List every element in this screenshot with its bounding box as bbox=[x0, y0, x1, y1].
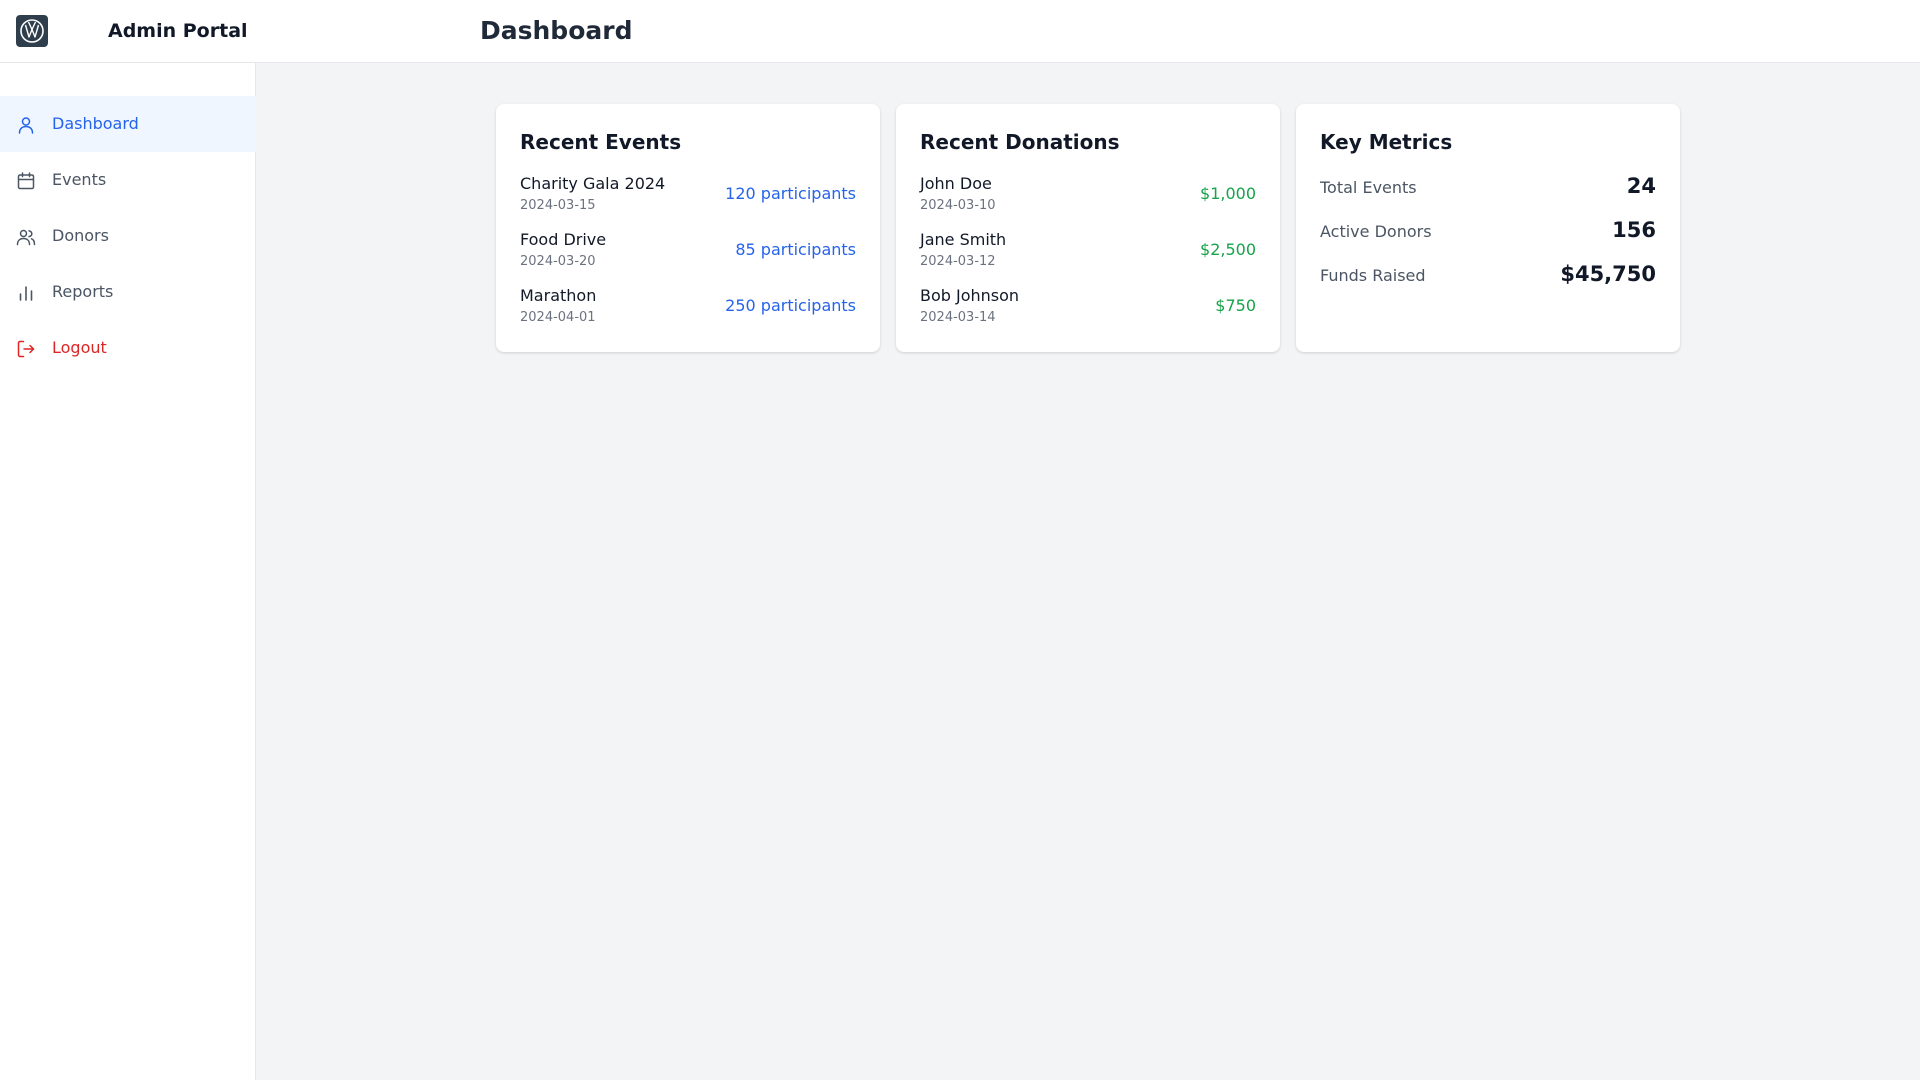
sidebar-item-label: Reports bbox=[52, 282, 114, 301]
donor-name: John Doe bbox=[920, 174, 992, 193]
card-title: Key Metrics bbox=[1320, 130, 1453, 154]
key-metrics-card: Key Metrics Total Events 24 Active Donor… bbox=[1296, 104, 1680, 352]
metric-value: 156 bbox=[1612, 218, 1656, 242]
sidebar-item-label: Logout bbox=[52, 338, 107, 357]
donor-name: Bob Johnson bbox=[920, 286, 1020, 305]
metric-row: Funds Raised $45,750 bbox=[1320, 262, 1656, 292]
list-item[interactable]: Jane Smith 2024-03-12 $2,500 bbox=[920, 230, 1256, 276]
event-date: 2024-03-20 bbox=[520, 254, 596, 269]
metric-label: Active Donors bbox=[1320, 222, 1432, 241]
sidebar: Dashboard Events Donors Reports Logout bbox=[0, 63, 256, 1080]
logout-icon bbox=[17, 340, 35, 358]
sidebar-item-label: Dashboard bbox=[52, 114, 139, 133]
users-icon bbox=[16, 229, 36, 246]
event-name: Food Drive bbox=[520, 230, 607, 249]
event-name: Charity Gala 2024 bbox=[520, 174, 666, 193]
vw-logo-icon-graphic bbox=[20, 19, 44, 43]
metric-label: Total Events bbox=[1320, 178, 1417, 197]
recent-events-card: Recent Events Charity Gala 2024 2024-03-… bbox=[496, 104, 880, 352]
list-item[interactable]: Bob Johnson 2024-03-14 $750 bbox=[920, 286, 1256, 332]
sidebar-item-dashboard[interactable]: Dashboard bbox=[0, 96, 256, 152]
donor-name: Jane Smith bbox=[920, 230, 1007, 249]
sidebar-item-reports[interactable]: Reports bbox=[0, 264, 256, 320]
list-item[interactable]: Marathon 2024-04-01 250 participants bbox=[520, 286, 856, 332]
list-item[interactable]: John Doe 2024-03-10 $1,000 bbox=[920, 174, 1256, 220]
event-participants: 250 participants bbox=[725, 296, 856, 315]
metric-row: Total Events 24 bbox=[1320, 174, 1656, 204]
metric-row: Active Donors 156 bbox=[1320, 218, 1656, 248]
top-bar: Admin Portal Dashboard bbox=[0, 0, 1920, 63]
sidebar-item-label: Events bbox=[52, 170, 107, 189]
donation-amount: $2,500 bbox=[1200, 240, 1256, 259]
event-date: 2024-03-15 bbox=[520, 198, 596, 213]
sidebar-item-label: Donors bbox=[52, 226, 109, 245]
metric-value: 24 bbox=[1626, 174, 1656, 198]
event-participants: 120 participants bbox=[725, 184, 856, 203]
donation-amount: $750 bbox=[1215, 296, 1256, 315]
metric-label: Funds Raised bbox=[1320, 266, 1426, 285]
sidebar-item-logout[interactable]: Logout bbox=[0, 320, 256, 376]
user-icon bbox=[18, 117, 34, 134]
calendar-icon bbox=[17, 172, 35, 190]
page-title: Dashboard bbox=[480, 16, 633, 45]
list-item[interactable]: Charity Gala 2024 2024-03-15 120 partici… bbox=[520, 174, 856, 220]
metric-value: $45,750 bbox=[1560, 262, 1656, 286]
card-title: Recent Donations bbox=[920, 130, 1120, 154]
card-title: Recent Events bbox=[520, 130, 682, 154]
event-participants: 85 participants bbox=[735, 240, 856, 259]
list-item[interactable]: Food Drive 2024-03-20 85 participants bbox=[520, 230, 856, 276]
app-title: Admin Portal bbox=[108, 20, 248, 42]
recent-donations-card: Recent Donations John Doe 2024-03-10 $1,… bbox=[896, 104, 1280, 352]
donation-date: 2024-03-12 bbox=[920, 254, 996, 269]
sidebar-item-events[interactable]: Events bbox=[0, 152, 256, 208]
sidebar-item-donors[interactable]: Donors bbox=[0, 208, 256, 264]
event-name: Marathon bbox=[520, 286, 597, 305]
vw-logo-icon[interactable] bbox=[16, 15, 48, 47]
donation-amount: $1,000 bbox=[1200, 184, 1256, 203]
donation-date: 2024-03-10 bbox=[920, 198, 996, 213]
event-date: 2024-04-01 bbox=[520, 310, 596, 325]
donation-date: 2024-03-14 bbox=[920, 310, 996, 325]
bar-chart-icon bbox=[19, 286, 33, 301]
